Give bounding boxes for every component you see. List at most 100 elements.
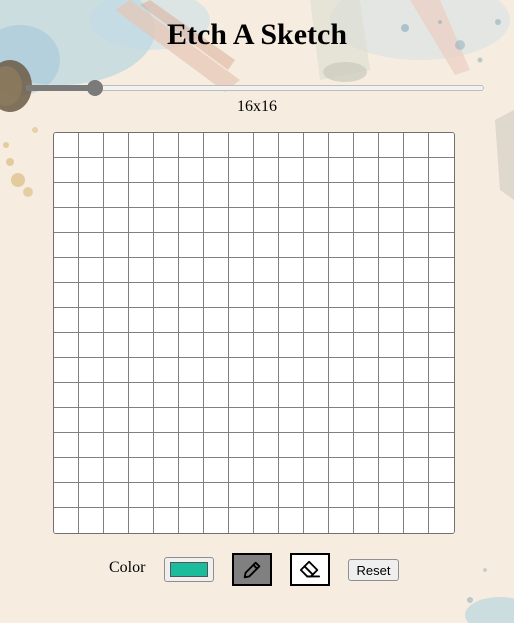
grid-cell[interactable]	[129, 158, 154, 183]
grid-size-slider[interactable]	[26, 80, 484, 96]
grid-cell[interactable]	[404, 383, 429, 408]
grid-cell[interactable]	[229, 308, 254, 333]
grid-cell[interactable]	[79, 308, 104, 333]
grid-cell[interactable]	[54, 133, 79, 158]
grid-cell[interactable]	[204, 333, 229, 358]
grid-cell[interactable]	[179, 183, 204, 208]
grid-cell[interactable]	[204, 358, 229, 383]
grid-cell[interactable]	[304, 258, 329, 283]
grid-cell[interactable]	[279, 233, 304, 258]
grid-cell[interactable]	[429, 308, 454, 333]
grid-cell[interactable]	[304, 158, 329, 183]
grid-cell[interactable]	[254, 183, 279, 208]
grid-cell[interactable]	[229, 333, 254, 358]
grid-cell[interactable]	[404, 158, 429, 183]
grid-cell[interactable]	[304, 383, 329, 408]
grid-cell[interactable]	[229, 283, 254, 308]
grid-cell[interactable]	[254, 358, 279, 383]
grid-cell[interactable]	[129, 408, 154, 433]
grid-cell[interactable]	[329, 283, 354, 308]
grid-cell[interactable]	[304, 358, 329, 383]
grid-cell[interactable]	[254, 233, 279, 258]
grid-cell[interactable]	[404, 408, 429, 433]
grid-cell[interactable]	[354, 308, 379, 333]
grid-cell[interactable]	[279, 283, 304, 308]
grid-cell[interactable]	[204, 383, 229, 408]
grid-cell[interactable]	[54, 308, 79, 333]
grid-cell[interactable]	[379, 308, 404, 333]
grid-cell[interactable]	[104, 383, 129, 408]
grid-cell[interactable]	[254, 458, 279, 483]
grid-cell[interactable]	[54, 333, 79, 358]
grid-cell[interactable]	[429, 283, 454, 308]
grid-cell[interactable]	[354, 258, 379, 283]
grid-cell[interactable]	[104, 508, 129, 533]
grid-cell[interactable]	[404, 433, 429, 458]
grid-cell[interactable]	[229, 258, 254, 283]
grid-cell[interactable]	[154, 283, 179, 308]
grid-cell[interactable]	[304, 283, 329, 308]
grid-cell[interactable]	[329, 183, 354, 208]
grid-cell[interactable]	[204, 433, 229, 458]
grid-cell[interactable]	[354, 483, 379, 508]
grid-cell[interactable]	[154, 208, 179, 233]
grid-cell[interactable]	[354, 408, 379, 433]
grid-cell[interactable]	[229, 133, 254, 158]
grid-cell[interactable]	[129, 333, 154, 358]
grid-cell[interactable]	[429, 333, 454, 358]
grid-cell[interactable]	[304, 458, 329, 483]
grid-cell[interactable]	[204, 208, 229, 233]
grid-cell[interactable]	[329, 208, 354, 233]
grid-cell[interactable]	[204, 458, 229, 483]
grid-cell[interactable]	[129, 233, 154, 258]
grid-cell[interactable]	[254, 408, 279, 433]
grid-cell[interactable]	[104, 283, 129, 308]
grid-cell[interactable]	[429, 233, 454, 258]
grid-cell[interactable]	[279, 183, 304, 208]
grid-cell[interactable]	[79, 258, 104, 283]
grid-cell[interactable]	[104, 483, 129, 508]
grid-cell[interactable]	[254, 208, 279, 233]
grid-cell[interactable]	[104, 308, 129, 333]
grid-cell[interactable]	[154, 383, 179, 408]
grid-cell[interactable]	[154, 358, 179, 383]
grid-cell[interactable]	[304, 233, 329, 258]
grid-cell[interactable]	[54, 208, 79, 233]
grid-cell[interactable]	[329, 258, 354, 283]
grid-cell[interactable]	[304, 183, 329, 208]
grid-cell[interactable]	[354, 433, 379, 458]
grid-cell[interactable]	[154, 333, 179, 358]
grid-cell[interactable]	[54, 233, 79, 258]
grid-cell[interactable]	[279, 333, 304, 358]
grid-cell[interactable]	[354, 508, 379, 533]
eraser-button[interactable]	[290, 553, 330, 586]
grid-cell[interactable]	[129, 458, 154, 483]
grid-cell[interactable]	[204, 133, 229, 158]
grid-cell[interactable]	[329, 233, 354, 258]
grid-cell[interactable]	[204, 233, 229, 258]
grid-cell[interactable]	[79, 208, 104, 233]
grid-cell[interactable]	[354, 283, 379, 308]
grid-cell[interactable]	[429, 158, 454, 183]
grid-cell[interactable]	[329, 408, 354, 433]
grid-cell[interactable]	[329, 133, 354, 158]
grid-cell[interactable]	[204, 483, 229, 508]
grid-cell[interactable]	[104, 458, 129, 483]
grid-cell[interactable]	[54, 458, 79, 483]
grid-cell[interactable]	[404, 483, 429, 508]
grid-cell[interactable]	[379, 383, 404, 408]
grid-cell[interactable]	[429, 433, 454, 458]
grid-cell[interactable]	[429, 208, 454, 233]
grid-cell[interactable]	[329, 458, 354, 483]
grid-cell[interactable]	[104, 208, 129, 233]
pen-button[interactable]	[232, 553, 272, 586]
grid-cell[interactable]	[54, 433, 79, 458]
grid-cell[interactable]	[329, 358, 354, 383]
grid-cell[interactable]	[104, 133, 129, 158]
grid-cell[interactable]	[304, 133, 329, 158]
grid-cell[interactable]	[254, 333, 279, 358]
grid-cell[interactable]	[329, 483, 354, 508]
grid-cell[interactable]	[279, 358, 304, 383]
grid-cell[interactable]	[329, 383, 354, 408]
grid-cell[interactable]	[404, 308, 429, 333]
